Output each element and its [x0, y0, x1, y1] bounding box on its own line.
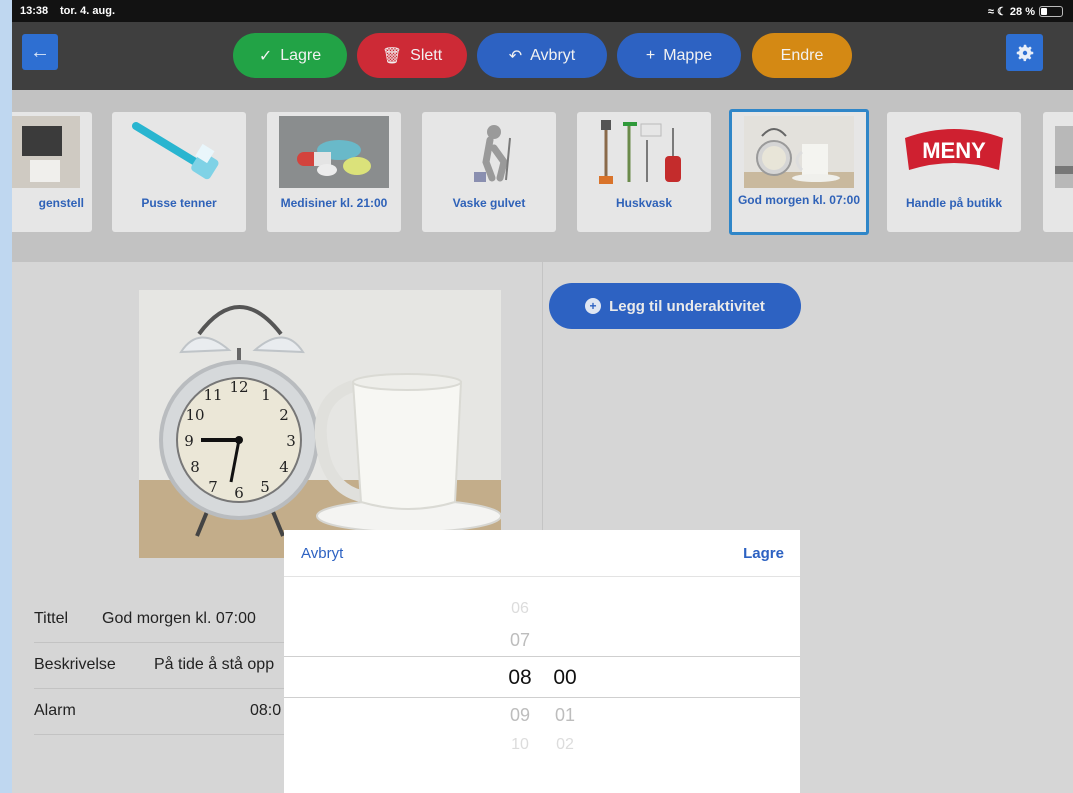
activity-card-good-morning[interactable]: God morgen kl. 07:00 — [729, 109, 869, 235]
toolbar: ← ✓ Lagre 🗑 Slett ↶ Avbryt + Mappe Endre — [12, 22, 1073, 90]
gear-icon — [1016, 44, 1033, 61]
picker-save-button[interactable]: Lagre — [743, 545, 784, 562]
svg-text:2: 2 — [279, 406, 289, 424]
add-subactivity-button[interactable]: + Legg til underaktivitet — [549, 283, 801, 329]
svg-text:4: 4 — [279, 458, 289, 476]
picker-selection-band — [284, 656, 800, 698]
meny-logo-icon: MENY — [899, 116, 1009, 188]
battery-icon — [1039, 6, 1063, 17]
hour-option — [505, 584, 535, 598]
reply-arrow-icon: ↶ — [508, 47, 523, 65]
activity-label: Vaske gulvet — [452, 196, 526, 210]
edit-button[interactable]: Endre — [752, 33, 852, 78]
activity-label: Handle på butikk — [905, 196, 1003, 210]
hour-option: 06 — [511, 600, 529, 617]
activity-label: God morgen kl. 07:00 — [737, 193, 861, 207]
activity-card-personal-care[interactable]: genstell — [12, 112, 92, 232]
svg-text:7: 7 — [208, 478, 218, 496]
activity-card-brush-teeth[interactable]: Pusse tenner — [112, 112, 246, 232]
svg-text:9: 9 — [184, 432, 194, 450]
alarm-label: Alarm — [34, 702, 76, 719]
activity-label: Pusse tenner — [141, 196, 217, 210]
hour-option-selected: 08 — [508, 666, 532, 689]
minute-option-selected: 00 — [553, 666, 577, 689]
svg-text:5: 5 — [260, 478, 270, 496]
folder-button-label: Mappe — [663, 46, 713, 64]
status-date: tor. 4. aug. — [60, 5, 116, 17]
svg-text:6: 6 — [234, 484, 244, 502]
meny-logo-text: MENY — [922, 138, 986, 163]
plus-circle-icon: + — [585, 298, 602, 314]
cleaning-tools-icon — [589, 116, 699, 188]
pills-icon — [279, 116, 389, 188]
cancel-button-label: Avbryt — [530, 46, 576, 64]
wifi-icon: ≈ — [987, 6, 994, 18]
cancel-button[interactable]: ↶ Avbryt — [477, 33, 607, 78]
title-value: God morgen kl. 07:00 — [102, 610, 256, 627]
activity-card-medicine[interactable]: Medisiner kl. 21:00 — [267, 112, 401, 232]
new-folder-button[interactable]: + Mappe — [617, 33, 741, 78]
activity-card-house-cleaning[interactable]: Huskvask — [577, 112, 711, 232]
hour-option: 07 — [509, 630, 531, 650]
hour-option: 10 — [511, 736, 529, 753]
description-label: Beskrivelse — [34, 656, 116, 673]
minute-option: 01 — [554, 705, 576, 725]
svg-text:1: 1 — [261, 386, 271, 404]
activity-strip: genstell Pusse tenner Medisiner kl. 21:0… — [12, 90, 1073, 262]
toothbrush-icon — [124, 116, 234, 188]
battery-text: 28 % — [1009, 6, 1035, 18]
svg-text:3: 3 — [286, 432, 296, 450]
trash-icon: 🗑 — [381, 47, 403, 65]
activity-label: Huskvask — [615, 196, 673, 210]
app-screen: 13:38 tor. 4. aug. ≈ ☾ 28 % ← ✓ Lagre 🗑 … — [12, 0, 1073, 793]
activity-card-shopping[interactable]: MENY Handle på butikk — [887, 112, 1021, 232]
picker-header: Avbryt Lagre — [284, 530, 800, 577]
delete-button[interactable]: 🗑 Slett — [357, 33, 467, 78]
minute-option: 02 — [556, 736, 574, 753]
activity-card-wash-floor[interactable]: Vaske gulvet — [422, 112, 556, 232]
activity-label: Medisiner kl. 21:00 — [280, 196, 388, 210]
delete-button-label: Slett — [410, 46, 443, 64]
alarm-clock-coffee-image: 12 12 345 678 91011 — [139, 290, 501, 558]
activity-card-partial[interactable] — [1043, 112, 1073, 232]
description-value: På tide å stå opp — [154, 656, 275, 673]
edit-button-label: Endre — [780, 46, 824, 64]
alarm-clock-icon — [744, 116, 854, 188]
status-bar: 13:38 tor. 4. aug. ≈ ☾ 28 % — [12, 0, 1073, 22]
check-icon: ✓ — [258, 47, 273, 65]
status-indicators: ≈ ☾ 28 % — [988, 5, 1035, 18]
bathroom-icon — [12, 116, 80, 188]
settings-button[interactable] — [1006, 34, 1043, 71]
panel-divider — [542, 262, 543, 542]
activity-image: 12 1 2 345 678 9 10 11 — [139, 290, 501, 558]
alarm-value: 08:0 — [250, 702, 282, 719]
activity-label: genstell — [38, 196, 84, 210]
mopping-icon — [434, 116, 544, 188]
battery-level — [1041, 8, 1047, 15]
svg-text:11: 11 — [203, 386, 222, 404]
svg-text:10: 10 — [185, 406, 204, 424]
save-button[interactable]: ✓ Lagre — [233, 33, 347, 78]
hour-option: 09 — [509, 705, 531, 725]
moon-icon: ☾ — [996, 6, 1007, 18]
title-label: Tittel — [34, 610, 69, 627]
add-subactivity-label: Legg til underaktivitet — [609, 297, 765, 315]
time-picker-sheet: Avbryt Lagre 06 07 08 09 10 00 01 02 — [284, 530, 800, 793]
back-button[interactable]: ← — [22, 34, 58, 70]
arrow-left-icon: ← — [30, 40, 50, 63]
save-button-label: Lagre — [280, 46, 322, 64]
svg-text:8: 8 — [190, 458, 200, 476]
svg-text:12: 12 — [229, 378, 248, 396]
partial-card-icon — [1055, 116, 1073, 188]
picker-cancel-button[interactable]: Avbryt — [301, 545, 343, 562]
plus-icon: + — [645, 46, 656, 64]
status-time: 13:38 — [20, 5, 49, 17]
